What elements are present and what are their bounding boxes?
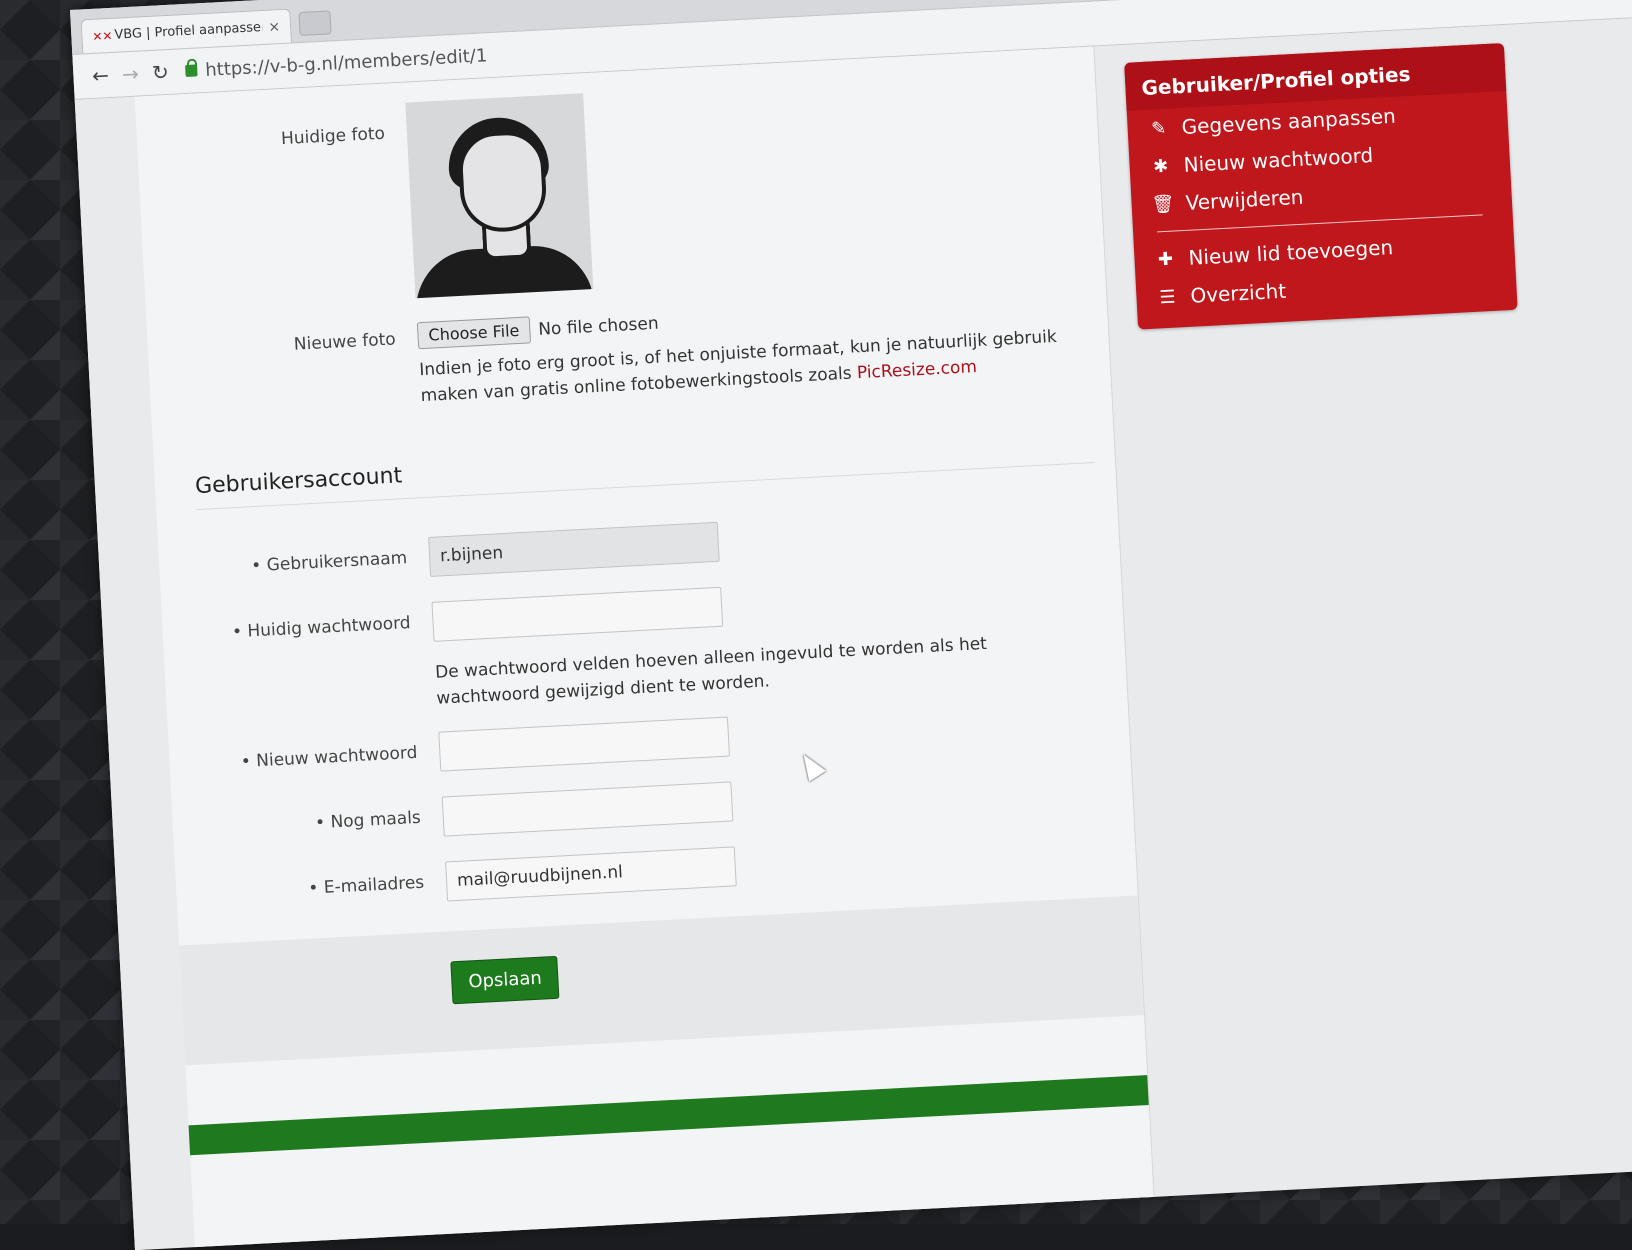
lock-icon <box>185 64 198 78</box>
browser-window: ✕✕ VBG | Profiel aanpassen × ← → ↻ https… <box>70 0 1632 1250</box>
choose-file-button[interactable]: Choose File <box>416 316 532 350</box>
new-password-field[interactable] <box>438 716 730 772</box>
username-row: Gebruikersnaam <box>158 521 720 591</box>
username-label: Gebruikersnaam <box>159 547 430 581</box>
option-label: Gegevens aanpassen <box>1181 103 1397 139</box>
repeat-password-label: Nog maals <box>173 807 444 841</box>
current-password-row: Huidig wachtwoord <box>162 586 724 656</box>
email-row: E-mailadres <box>175 846 737 915</box>
forward-arrow-icon[interactable]: → <box>115 61 146 87</box>
current-photo-label: Huidige foto <box>280 123 386 150</box>
tab-title: VBG | Profiel aanpassen <box>113 19 263 43</box>
list-icon: ☰ <box>1158 286 1177 308</box>
footer-bar <box>188 1075 1149 1156</box>
current-photo-row: Huidige foto <box>136 93 594 312</box>
password-help-spacer <box>165 660 435 674</box>
new-tab-button[interactable] <box>298 10 332 37</box>
form-actions: Opslaan <box>179 895 1145 1066</box>
page-content: Huidige foto Nieuwe foto Choose File No … <box>74 15 1632 1250</box>
section-title-account: Gebruikersaccount <box>194 427 1096 511</box>
picresize-link[interactable]: PicResize.com <box>856 357 977 383</box>
profile-form: Huidige foto Nieuwe foto Choose File No … <box>134 46 1155 1248</box>
current-password-label: Huidig wachtwoord <box>162 612 433 646</box>
option-label: Nieuw lid toevoegen <box>1187 235 1394 270</box>
asterisk-icon: ✱ <box>1152 155 1169 178</box>
email-label: E-mailadres <box>176 872 447 906</box>
avatar-head <box>457 129 549 234</box>
save-button[interactable]: Opslaan <box>450 955 560 1005</box>
site-favicon-icon: ✕✕ <box>92 28 113 44</box>
option-label: Verwijderen <box>1184 184 1304 215</box>
profile-photo <box>405 93 594 299</box>
mouse-cursor-icon <box>795 748 827 782</box>
new-password-row: Nieuw wachtwoord <box>169 716 730 786</box>
repeat-password-field[interactable] <box>441 781 734 837</box>
option-label: Overzicht <box>1189 278 1287 308</box>
option-label: Nieuw wachtwoord <box>1183 143 1374 177</box>
username-field[interactable] <box>428 521 720 577</box>
email-field[interactable] <box>445 846 737 902</box>
pencil-icon: ✎ <box>1150 117 1167 140</box>
reload-icon[interactable]: ↻ <box>145 60 176 86</box>
new-password-label: Nieuw wachtwoord <box>169 742 440 776</box>
close-tab-icon[interactable]: × <box>268 19 281 36</box>
url-text: https://v-b-g.nl/members/edit/1 <box>204 44 488 81</box>
options-panel: Gebruiker/Profiel opties ✎ Gegevens aanp… <box>1124 43 1518 330</box>
file-status-text: No file chosen <box>537 313 660 340</box>
password-help-text: De wachtwoord velden hoeven alleen ingev… <box>434 633 988 709</box>
current-password-field[interactable] <box>431 586 724 642</box>
plus-icon: ✚ <box>1157 248 1174 270</box>
new-photo-row: Nieuwe foto Choose File No file chosen I… <box>147 287 1100 424</box>
back-arrow-icon[interactable]: ← <box>85 63 116 89</box>
new-photo-label: Nieuwe foto <box>293 329 397 355</box>
repeat-password-row: Nog maals <box>172 781 734 850</box>
trash-icon: 🗑 <box>1151 192 1176 216</box>
